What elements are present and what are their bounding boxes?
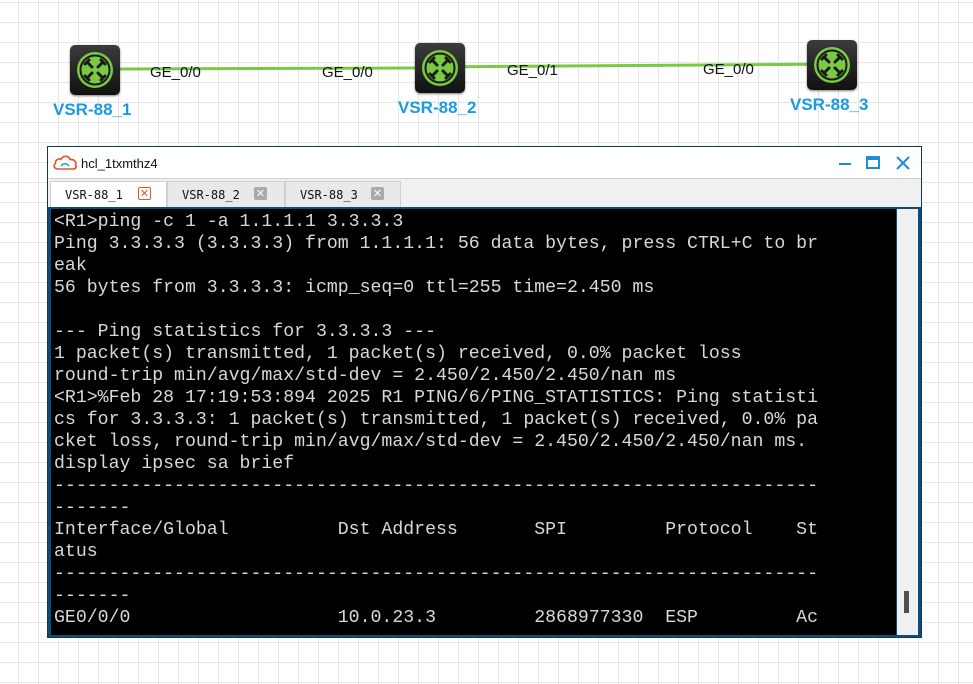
port-label-r1-ge0-0: GE_0/0 [150,64,201,81]
terminal-line: 1 packet(s) transmitted, 1 packet(s) rec… [54,344,742,364]
terminal-scrollbar[interactable] [897,209,918,635]
terminal-console[interactable]: <R1>ping -c 1 -a 1.1.1.1 3.3.3.3 Ping 3.… [51,209,896,635]
tab-vsr-88-2[interactable]: VSR-88_2 ✕ [167,181,285,207]
tab-close-icon[interactable]: ✕ [254,187,267,200]
router-node-vsr-88-2[interactable] [415,43,465,93]
terminal-line: Interface/Global Dst Address SPI Protoco… [54,520,818,540]
tab-vsr-88-3[interactable]: VSR-88_3 ✕ [285,181,401,207]
router-node-vsr-88-1[interactable] [70,45,120,95]
terminal-window[interactable]: hcl_1txmthz4 VSR-88_1 ✕ VSR-88_2 ✕ VSR-8… [47,146,922,638]
tab-label: VSR-88_3 [300,188,358,202]
cloud-icon [53,155,77,170]
tab-close-icon[interactable]: ✕ [371,187,384,200]
router-icon [77,52,113,88]
terminal-line: ------- [54,498,131,518]
terminal-line: <R1>%Feb 28 17:19:53:894 2025 R1 PING/6/… [54,388,818,408]
terminal-line: round-trip min/avg/max/std-dev = 2.450/2… [54,366,677,386]
terminal-line: GE0/0/0 10.0.23.3 2868977330 ESP Ac [54,608,818,628]
terminal-line: atus [54,542,98,562]
tab-vsr-88-1[interactable]: VSR-88_1 ✕ [50,181,167,207]
tab-label: VSR-88_1 [65,188,123,202]
terminal-line: 56 bytes from 3.3.3.3: icmp_seq=0 ttl=25… [54,278,655,298]
tab-close-icon[interactable]: ✕ [138,187,151,200]
scrollbar-thumb[interactable] [904,591,909,613]
terminal-line: <R1>ping -c 1 -a 1.1.1.1 3.3.3.3 [54,212,404,232]
terminal-line: Ping 3.3.3.3 (3.3.3.3) from 1.1.1.1: 56 … [54,234,818,254]
title-bar[interactable]: hcl_1txmthz4 [48,147,921,179]
maximize-icon[interactable] [863,153,883,173]
close-icon[interactable] [893,153,913,173]
terminal-output: <R1>ping -c 1 -a 1.1.1.1 3.3.3.3 Ping 3.… [54,211,818,629]
terminal-line: cket loss, round-trip min/avg/max/std-de… [54,432,808,452]
tab-bar: VSR-88_1 ✕ VSR-88_2 ✕ VSR-88_3 ✕ [48,179,921,207]
window-title: hcl_1txmthz4 [81,156,158,171]
terminal-line: --- Ping statistics for 3.3.3.3 --- [54,322,436,342]
port-label-r2-ge0-0: GE_0/0 [322,64,373,81]
minimize-icon[interactable] [835,153,855,173]
router-node-vsr-88-3[interactable] [807,40,857,90]
router-label-vsr-88-3: VSR-88_3 [790,95,869,114]
terminal-line: ----------------------------------------… [54,564,818,584]
terminal-line: display ipsec sa brief [54,454,295,474]
terminal-line: ----------------------------------------… [54,476,818,496]
terminal-line: eak [54,256,87,276]
terminal-line: cs for 3.3.3.3: 1 packet(s) transmitted,… [54,410,818,430]
router-icon [814,47,850,83]
router-label-vsr-88-2: VSR-88_2 [398,98,477,117]
tab-label: VSR-88_2 [182,188,240,202]
router-icon [422,50,458,86]
terminal-line: ------- [54,586,131,606]
port-label-r2-ge0-1: GE_0/1 [507,62,558,79]
port-label-r3-ge0-0: GE_0/0 [703,61,754,78]
router-label-vsr-88-1: VSR-88_1 [53,100,132,119]
